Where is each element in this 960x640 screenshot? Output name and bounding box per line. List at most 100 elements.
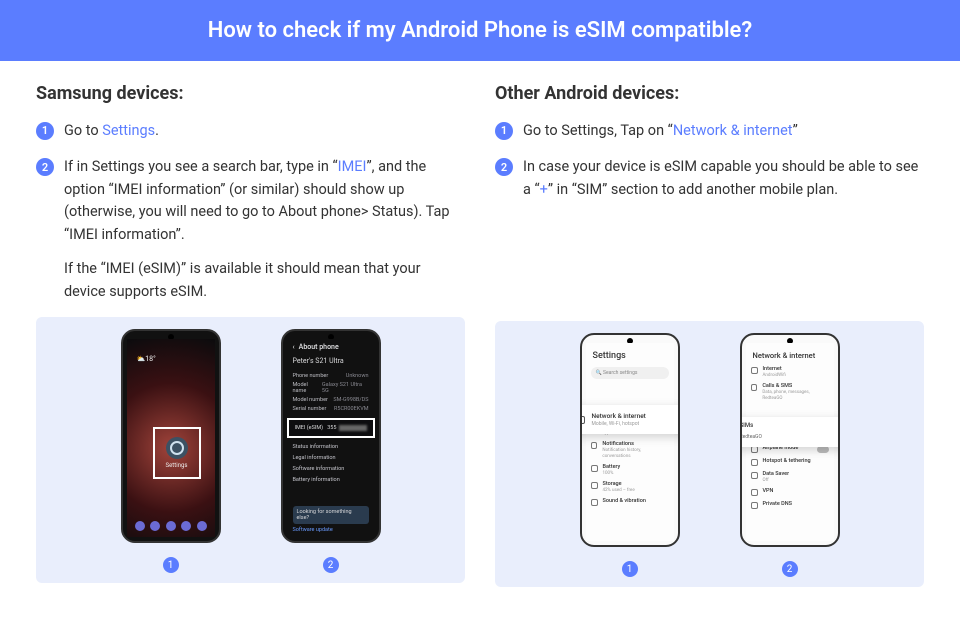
other-shot-1: Settings 🔍 Search settings AppsAssistant… <box>580 333 680 577</box>
gear-icon <box>166 437 188 459</box>
imei-esim-row: IMEI (eSIM) 355 <box>287 418 375 438</box>
samsung-heading: Samsung devices: <box>36 83 465 104</box>
step-number-badge: 1 <box>495 122 513 140</box>
phone-mock-about: ‹ About phone Peter's S21 Ultra Phone nu… <box>281 329 381 543</box>
shot-number-badge: 1 <box>622 561 638 577</box>
other-shot-2: Network & internet InternetAndroidWifi C… <box>740 333 840 577</box>
storage-icon <box>591 482 598 489</box>
step-text: If in Settings you see a search bar, typ… <box>64 156 465 303</box>
popout-title: Network & internet <box>592 412 646 420</box>
list-item: Storage42% used – free <box>591 481 669 493</box>
weather-widget: ⛅18° <box>137 355 156 363</box>
about-footer-tip: Looking for something else? <box>293 506 369 524</box>
hotspot-icon <box>751 459 758 466</box>
network-internet-link[interactable]: Network & internet <box>673 122 793 139</box>
list-item: VPN <box>751 488 829 496</box>
about-row: Serial numberR5CR00EKVM <box>293 406 369 412</box>
text-fragment: ” <box>793 122 798 139</box>
about-section: Software information <box>293 466 369 472</box>
settings-app-tile: Settings <box>153 427 201 479</box>
airplane-toggle <box>817 446 829 453</box>
samsung-step-2: 2 If in Settings you see a search bar, t… <box>36 156 465 303</box>
sims-popout: SIMs RedteaGO + <box>740 417 840 447</box>
page-banner: How to check if my Android Phone is eSIM… <box>0 0 960 61</box>
search-icon: 🔍 <box>596 370 602 376</box>
settings-link[interactable]: Settings <box>102 122 155 139</box>
other-step-1: 1 Go to Settings, Tap on “Network & inte… <box>495 120 924 142</box>
phone-mock-samsung-home: ⛅18° Settings <box>121 329 221 543</box>
list-item: Private DNS <box>751 501 829 509</box>
samsung-shot-2: ‹ About phone Peter's S21 Ultra Phone nu… <box>281 329 381 573</box>
samsung-screenshots: ⛅18° Settings 1 ‹ <box>36 317 465 583</box>
imei-label: IMEI (eSIM) <box>295 425 324 431</box>
back-chevron-icon: ‹ <box>293 343 295 351</box>
other-steps: 1 Go to Settings, Tap on “Network & inte… <box>495 120 924 201</box>
sims-row-label: RedteaGO <box>740 434 762 440</box>
about-header: ‹ About phone <box>293 343 369 351</box>
datasaver-icon <box>751 472 758 479</box>
list-item: InternetAndroidWifi <box>751 366 829 378</box>
about-row: Model nameGalaxy S21 Ultra 5G <box>293 382 369 394</box>
step-text: Go to Settings. <box>64 120 465 142</box>
samsung-steps: 1 Go to Settings. 2 If in Settings you s… <box>36 120 465 303</box>
samsung-column: Samsung devices: 1 Go to Settings. 2 If … <box>36 83 465 587</box>
text-fragment: If in Settings you see a search bar, typ… <box>64 158 338 175</box>
list-item: Sound & vibration <box>591 498 669 506</box>
settings-app-label: Settings <box>166 462 188 469</box>
banner-title: How to check if my Android Phone is eSIM… <box>208 18 752 43</box>
list-item: Calls & SMSData, phone, messages, Redtea… <box>751 383 829 401</box>
about-footer-update: Software update <box>293 527 369 533</box>
battery-icon <box>591 465 598 472</box>
about-section: Status information <box>293 444 369 450</box>
popout-sub: Mobile, Wi-Fi, hotspot <box>592 421 640 427</box>
vpn-icon <box>751 489 758 496</box>
phone-mock-settings: Settings 🔍 Search settings AppsAssistant… <box>580 333 680 547</box>
search-placeholder: Search settings <box>603 370 637 376</box>
notifications-icon <box>591 442 598 449</box>
plus-link[interactable]: + <box>540 181 548 198</box>
list-item: Battery100% <box>591 464 669 476</box>
list-item: NotificationsNotification history, conve… <box>591 441 669 459</box>
other-step-2: 2 In case your device is eSIM capable yo… <box>495 156 924 201</box>
imei-prefix: 355 <box>327 425 336 431</box>
list-item: Data SaverOff <box>751 471 829 483</box>
text-fragment: ” in “SIM” section to add another mobile… <box>548 181 838 198</box>
step-extra-text: If the “IMEI (eSIM)” is available it sho… <box>64 258 465 303</box>
about-section: Legal information <box>293 455 369 461</box>
wifi-icon <box>580 416 585 424</box>
phone-mock-network: Network & internet InternetAndroidWifi C… <box>740 333 840 547</box>
samsung-step-1: 1 Go to Settings. <box>36 120 465 142</box>
imei-blurred <box>339 425 367 431</box>
other-heading: Other Android devices: <box>495 83 924 104</box>
imei-link[interactable]: IMEI <box>338 158 367 175</box>
sound-icon <box>591 499 598 506</box>
step-text: In case your device is eSIM capable you … <box>523 156 924 201</box>
calls-icon <box>751 384 758 391</box>
settings-title: Settings <box>593 351 669 361</box>
list-item: Hotspot & tethering <box>751 458 829 466</box>
about-row: Phone numberUnknown <box>293 373 369 379</box>
text-fragment: Go to <box>64 122 102 139</box>
airplane-icon <box>751 446 758 453</box>
shot-number-badge: 1 <box>163 557 179 573</box>
step-number-badge: 1 <box>36 122 54 140</box>
home-dock <box>135 521 207 531</box>
other-screenshots: Settings 🔍 Search settings AppsAssistant… <box>495 321 924 587</box>
other-android-column: Other Android devices: 1 Go to Settings,… <box>495 83 924 587</box>
text-fragment: Go to Settings, Tap on “ <box>523 122 673 139</box>
about-title: About phone <box>299 343 339 351</box>
shot-number-badge: 2 <box>323 557 339 573</box>
internet-icon <box>751 367 758 374</box>
text-fragment: . <box>155 122 159 139</box>
sims-title: SIMs <box>740 422 840 429</box>
network-internet-popout: Network & internet Mobile, Wi-Fi, hotspo… <box>580 405 680 434</box>
about-row: Model numberSM-G998B/DS <box>293 397 369 403</box>
network-title: Network & internet <box>753 351 829 360</box>
step-text: Go to Settings, Tap on “Network & intern… <box>523 120 924 142</box>
about-section: Battery information <box>293 477 369 483</box>
content-wrap: Samsung devices: 1 Go to Settings. 2 If … <box>0 61 960 587</box>
step-number-badge: 2 <box>495 158 513 176</box>
step-number-badge: 2 <box>36 158 54 176</box>
shot-number-badge: 2 <box>782 561 798 577</box>
samsung-shot-1: ⛅18° Settings 1 <box>121 329 221 573</box>
